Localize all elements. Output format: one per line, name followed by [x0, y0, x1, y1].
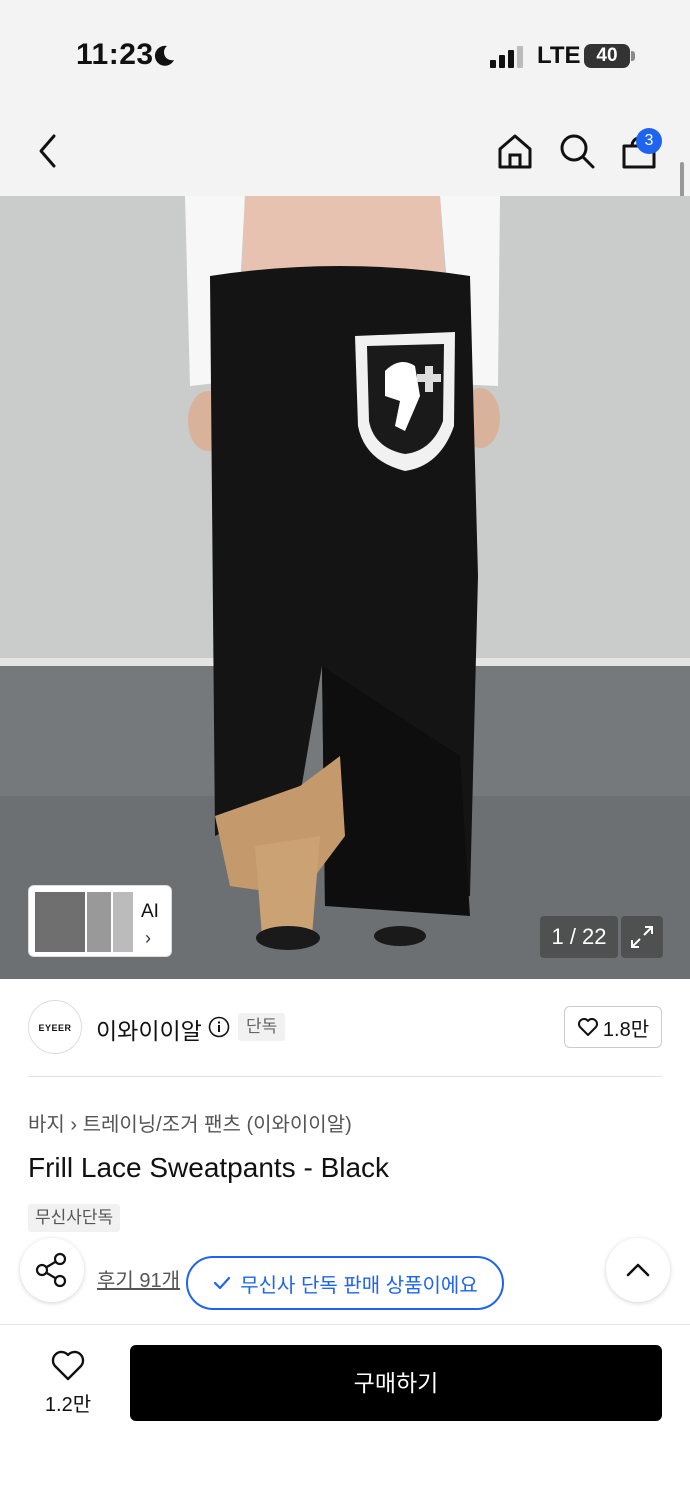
- review-count-link[interactable]: 후기 91개: [97, 1264, 180, 1293]
- exclusive-sale-toast: 무신사 단독 판매 상품이에요: [186, 1256, 504, 1310]
- battery-indicator: 40: [584, 44, 630, 68]
- product-title: Frill Lace Sweatpants - Black: [28, 1152, 390, 1183]
- ai-label: AI: [141, 901, 159, 922]
- brand-like-count: 1.8만: [602, 1018, 650, 1041]
- buy-button[interactable]: 구매하기: [130, 1345, 662, 1421]
- breadcrumb[interactable]: 바지 › 트레이닝/조거 팬츠 (이와이이알): [28, 1108, 352, 1137]
- heart-icon: [577, 1018, 598, 1036]
- home-icon[interactable]: [496, 132, 534, 170]
- scroll-to-top-button[interactable]: [606, 1238, 670, 1302]
- share-button[interactable]: [20, 1238, 84, 1302]
- exclusive-badge: 단독: [238, 1013, 286, 1041]
- share-icon: [35, 1252, 67, 1288]
- thumbnail-image[interactable]: [33, 890, 89, 954]
- network-type: LTE: [537, 42, 581, 69]
- product-photo: [0, 196, 690, 979]
- divider: [28, 1076, 662, 1077]
- info-icon[interactable]: [208, 1016, 230, 1038]
- signal-icon: [490, 46, 523, 68]
- cart-count-badge: 3: [636, 128, 662, 154]
- heart-icon[interactable]: [50, 1348, 86, 1382]
- brand-logo[interactable]: EYEER: [28, 1000, 82, 1054]
- product-image-gallery[interactable]: [0, 196, 690, 979]
- expand-icon: [631, 926, 653, 948]
- chevron-right-icon: ›: [145, 928, 151, 948]
- ai-thumbnail-card[interactable]: AI ›: [28, 885, 172, 957]
- chevron-up-icon: [626, 1263, 650, 1277]
- status-time: 11:23: [76, 38, 154, 71]
- brand-name[interactable]: 이와이이알: [96, 1012, 202, 1046]
- check-icon: [214, 1276, 231, 1290]
- back-icon[interactable]: [34, 132, 62, 170]
- moon-icon: [154, 45, 174, 66]
- battery-tip: [631, 51, 635, 61]
- wish-count: 1.2만: [44, 1394, 92, 1416]
- image-counter: 1 / 22: [540, 916, 618, 958]
- expand-button[interactable]: [621, 916, 663, 958]
- search-icon[interactable]: [558, 132, 596, 170]
- brand-like-button[interactable]: 1.8만: [564, 1006, 662, 1048]
- thumbnail-image[interactable]: [111, 890, 135, 954]
- musinsa-exclusive-tag: 무신사단독: [28, 1204, 121, 1232]
- toast-text: 무신사 단독 판매 상품이에요: [240, 1274, 478, 1297]
